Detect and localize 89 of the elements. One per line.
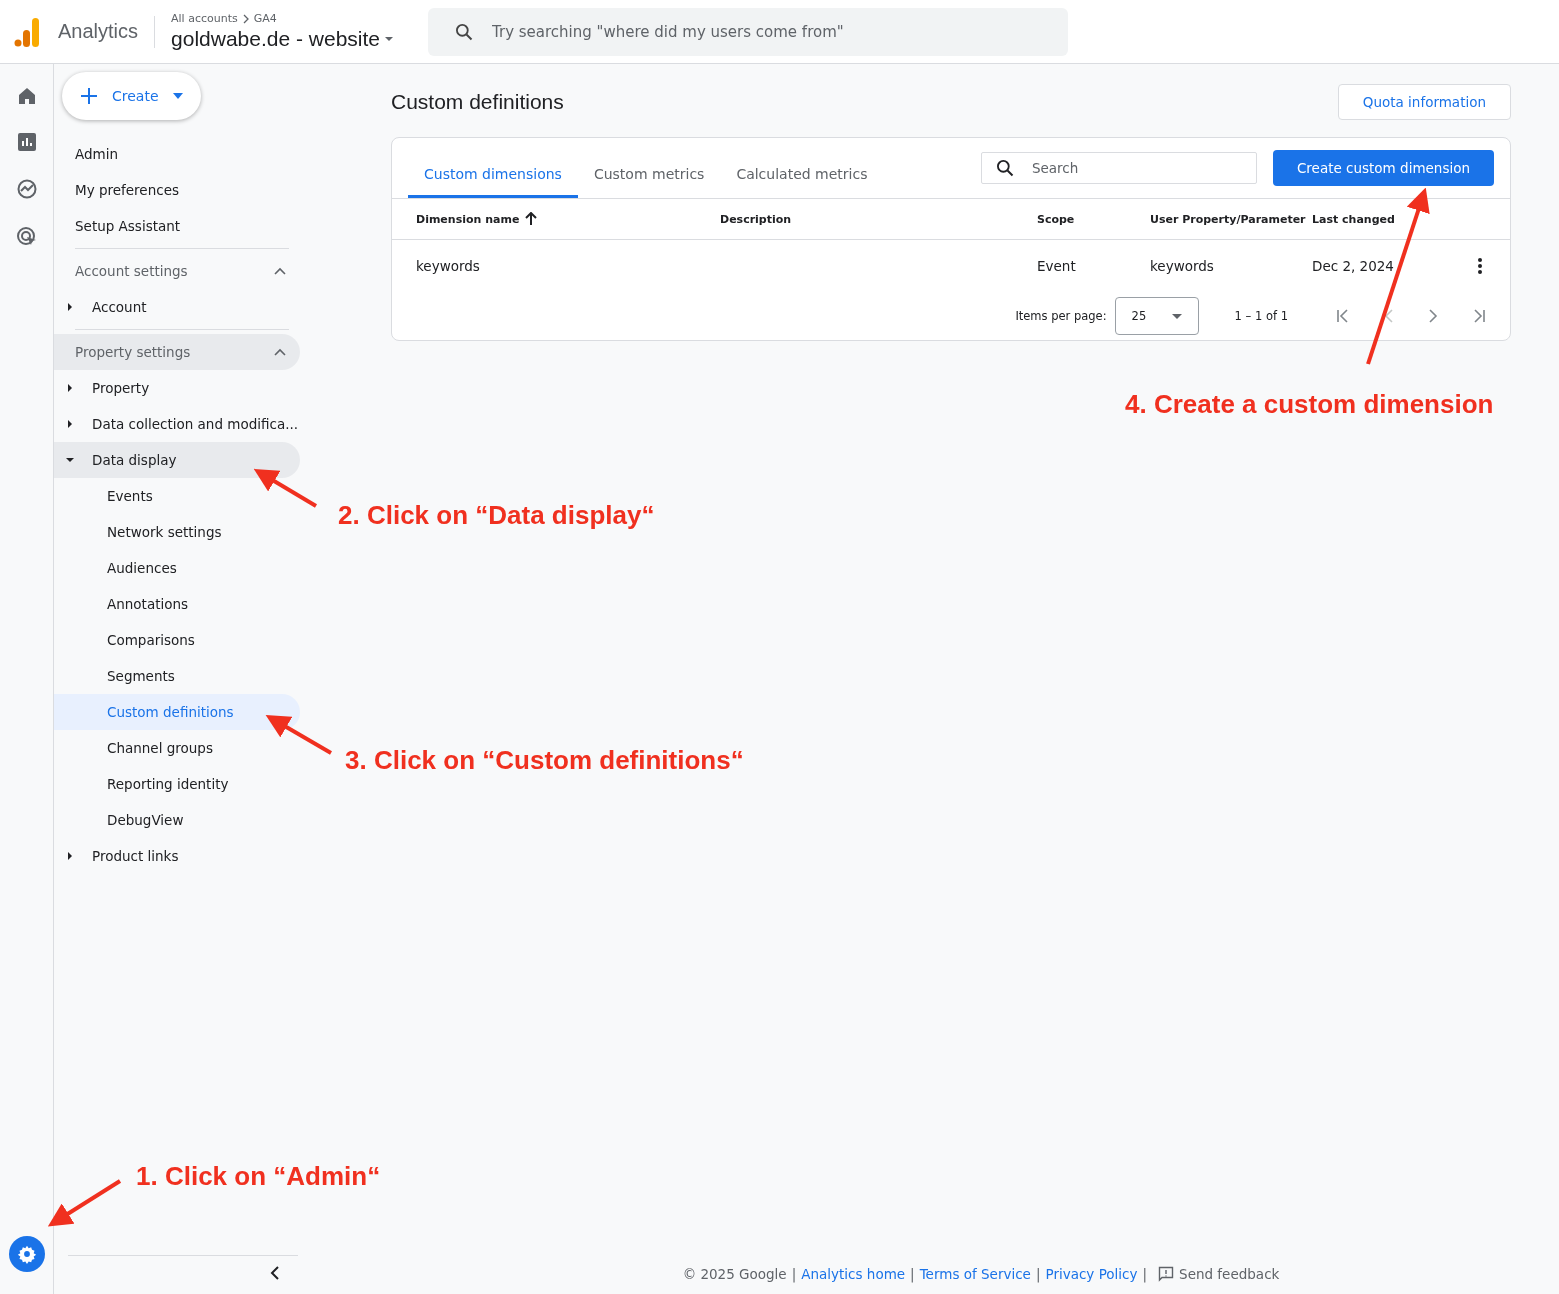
more-options-icon[interactable]: [1478, 258, 1482, 274]
search-field[interactable]: Try searching "where did my users come from": [428, 7, 1068, 56]
nav-item[interactable]: Data collection and modifica...: [54, 406, 300, 442]
next-page-icon[interactable]: [1428, 309, 1438, 323]
nav-item[interactable]: Custom definitions: [54, 694, 300, 730]
footer-link[interactable]: Analytics home: [801, 1266, 906, 1282]
breadcrumb-link[interactable]: All accounts: [171, 12, 238, 25]
nav-item[interactable]: Annotations: [54, 586, 300, 622]
reports-icon[interactable]: [16, 132, 37, 152]
copyright-text: © 2025 Google: [682, 1266, 787, 1282]
nav-item[interactable]: Channel groups: [54, 730, 300, 766]
admin-settings-button[interactable]: [8, 1236, 45, 1272]
caret-icon[interactable]: [1171, 313, 1182, 319]
section-header[interactable]: Account settings: [54, 253, 300, 289]
nav-item[interactable]: Audiences: [54, 550, 300, 586]
separator: |: [791, 1266, 797, 1282]
annotation-text: 2. Click on “Data display“: [338, 500, 655, 531]
send-feedback-link[interactable]: Send feedback: [1179, 1266, 1280, 1282]
plus-icon[interactable]: [80, 87, 98, 105]
footer-link[interactable]: Privacy Policy: [1045, 1266, 1138, 1282]
annotation-arrow: [253, 468, 318, 508]
previous-page-icon[interactable]: [1384, 309, 1394, 323]
tab[interactable]: Custom metrics: [577, 138, 721, 198]
chevron-right-icon: [241, 13, 250, 24]
table-cell: Dec 2, 2024: [1312, 258, 1394, 274]
triangle-icon[interactable]: [66, 852, 74, 860]
page-range: 1 – 1 of 1: [1234, 309, 1288, 323]
tab[interactable]: Custom dimensions: [408, 138, 578, 198]
separator: |: [1142, 1266, 1148, 1282]
settings-icon[interactable]: [16, 1244, 37, 1264]
nav-item[interactable]: Product links: [54, 838, 300, 874]
triangle-icon[interactable]: [66, 456, 74, 464]
nav-item[interactable]: Admin: [54, 136, 300, 172]
column-header[interactable]: Description: [720, 212, 792, 226]
caret-icon[interactable]: [384, 36, 394, 42]
table-cell: keywords: [1150, 258, 1214, 274]
triangle-icon[interactable]: [66, 384, 74, 392]
table-cell: Event: [1037, 258, 1076, 274]
nav-item[interactable]: Property: [54, 370, 300, 406]
footer-link[interactable]: Terms of Service: [919, 1266, 1031, 1282]
triangle-icon[interactable]: [66, 303, 74, 311]
breadcrumb-link[interactable]: GA4: [253, 12, 277, 25]
tab[interactable]: Calculated metrics: [720, 138, 884, 198]
table-cell: keywords: [416, 258, 480, 274]
home-icon[interactable]: [16, 86, 37, 106]
triangle-icon[interactable]: [66, 420, 74, 428]
search-field[interactable]: Search: [980, 152, 1257, 184]
page-size-dropdown[interactable]: 25: [1114, 297, 1199, 335]
nav-item[interactable]: Account: [54, 289, 300, 325]
nav-item[interactable]: Setup Assistant: [54, 208, 300, 244]
column-header[interactable]: Scope: [1037, 212, 1075, 226]
nav-item[interactable]: Events: [54, 478, 300, 514]
separator: |: [910, 1266, 915, 1282]
product-name: Analytics: [58, 20, 139, 43]
chevron-icon[interactable]: [274, 348, 286, 356]
nav-item[interactable]: Comparisons: [54, 622, 300, 658]
nav-item[interactable]: My preferences: [54, 172, 300, 208]
search-icon: [454, 21, 474, 42]
create-button[interactable]: Create: [62, 72, 201, 120]
nav-item[interactable]: Segments: [54, 658, 300, 694]
nav-item[interactable]: Data display: [54, 442, 300, 478]
items-per-page-label: Items per page:: [1015, 309, 1107, 323]
separator: |: [1035, 1266, 1041, 1282]
column-header[interactable]: User Property/Parameter: [1150, 212, 1306, 226]
sort-arrow-icon[interactable]: [525, 212, 538, 226]
column-header[interactable]: Dimension name: [416, 212, 520, 226]
nav-item[interactable]: Network settings: [54, 514, 300, 550]
explore-icon[interactable]: [15, 178, 38, 200]
search-icon: [994, 158, 1015, 178]
collapse-chevron-icon[interactable]: [270, 1266, 280, 1280]
create-custom-dimension-button[interactable]: Create custom dimension: [1272, 150, 1494, 186]
annotation-text: 1. Click on “Admin“: [136, 1161, 381, 1192]
property-selector[interactable]: goldwabe.de - website: [171, 27, 394, 51]
nav-item[interactable]: DebugView: [54, 802, 300, 838]
column-header[interactable]: Last changed: [1312, 212, 1395, 226]
nav-item[interactable]: Reporting identity: [54, 766, 300, 802]
advertising-icon[interactable]: [15, 226, 38, 248]
quota-information-button[interactable]: Quota information: [1337, 84, 1511, 120]
annotation-text: 4. Create a custom dimension: [1125, 389, 1494, 420]
caret-icon[interactable]: [172, 93, 183, 99]
analytics-logo-icon: [14, 16, 40, 47]
last-page-icon[interactable]: [1472, 309, 1486, 323]
feedback-icon[interactable]: [1158, 1266, 1175, 1282]
annotation-arrow: [265, 714, 332, 755]
section-header[interactable]: Property settings: [54, 334, 300, 370]
first-page-icon[interactable]: [1336, 309, 1350, 323]
annotation-text: 3. Click on “Custom definitions“: [345, 745, 744, 776]
chevron-icon[interactable]: [274, 267, 286, 275]
page-title: Custom definitions: [391, 90, 564, 114]
